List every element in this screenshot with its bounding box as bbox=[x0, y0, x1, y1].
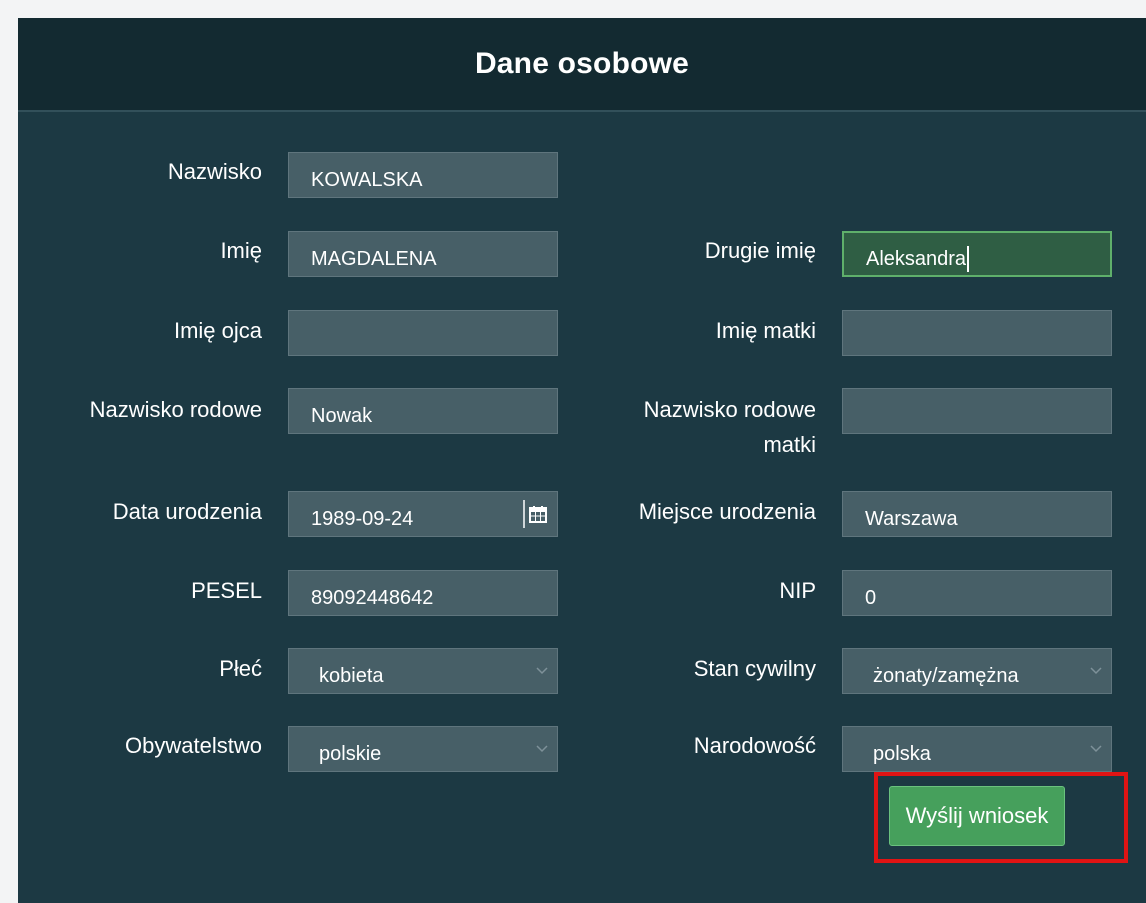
panel-header: Dane osobowe bbox=[18, 18, 1146, 112]
pesel-value: 89092448642 bbox=[311, 586, 434, 609]
narodowosc-select[interactable]: polska bbox=[842, 726, 1112, 772]
imie-input[interactable]: MAGDALENA bbox=[288, 231, 558, 277]
label-nazwisko-rodowe-matki-line2: matki bbox=[763, 432, 816, 457]
chevron-down-icon bbox=[1090, 667, 1102, 675]
plec-select[interactable]: kobieta bbox=[288, 648, 558, 694]
stan-cywilny-value: żonaty/zamężna bbox=[873, 664, 1019, 687]
drugie-imie-input[interactable]: Aleksandra bbox=[842, 231, 1112, 277]
stan-cywilny-select[interactable]: żonaty/zamężna bbox=[842, 648, 1112, 694]
chevron-down-icon bbox=[536, 667, 548, 675]
imie-ojca-input[interactable] bbox=[288, 310, 558, 356]
data-urodzenia-input[interactable]: 1989-09-24 bbox=[288, 491, 558, 537]
label-drugie-imie: Drugie imię bbox=[704, 238, 816, 263]
nazwisko-value: KOWALSKA bbox=[311, 168, 423, 191]
label-nazwisko-rodowe: Nazwisko rodowe bbox=[89, 397, 262, 422]
obywatelstwo-value: polskie bbox=[319, 742, 382, 765]
chevron-down-icon bbox=[536, 745, 548, 753]
label-plec: Płeć bbox=[219, 656, 262, 681]
miejsce-urodzenia-value: Warszawa bbox=[865, 507, 958, 530]
page-title: Dane osobowe bbox=[474, 47, 690, 80]
nip-value: 0 bbox=[865, 586, 877, 609]
nazwisko-input[interactable]: KOWALSKA bbox=[288, 152, 558, 198]
plec-value: kobieta bbox=[319, 664, 384, 687]
label-nazwisko-rodowe-matki-line1: Nazwisko rodowe bbox=[643, 397, 816, 422]
pesel-input[interactable]: 89092448642 bbox=[288, 570, 558, 616]
label-miejsce-urodzenia: Miejsce urodzenia bbox=[638, 499, 816, 524]
submit-button[interactable]: Wyślij wniosek bbox=[889, 786, 1065, 846]
imie-value: MAGDALENA bbox=[311, 247, 437, 270]
label-pesel: PESEL bbox=[191, 578, 262, 603]
label-nip: NIP bbox=[779, 578, 816, 603]
label-imie: Imię bbox=[220, 238, 262, 263]
label-stan-cywilny: Stan cywilny bbox=[693, 656, 816, 681]
chevron-down-icon bbox=[1090, 745, 1102, 753]
nazwisko-rodowe-input[interactable]: Nowak bbox=[288, 388, 558, 434]
label-nazwisko: Nazwisko bbox=[167, 159, 262, 184]
label-narodowosc: Narodowość bbox=[693, 733, 816, 758]
drugie-imie-value: Aleksandra bbox=[866, 247, 967, 270]
nazwisko-rodowe-value: Nowak bbox=[311, 404, 373, 427]
calendar-icon[interactable] bbox=[523, 500, 551, 528]
label-obywatelstwo: Obywatelstwo bbox=[125, 733, 262, 758]
data-urodzenia-value: 1989-09-24 bbox=[311, 507, 414, 530]
text-caret bbox=[967, 246, 970, 272]
nazwisko-rodowe-matki-input[interactable] bbox=[842, 388, 1112, 434]
narodowosc-value: polska bbox=[873, 742, 931, 765]
obywatelstwo-select[interactable]: polskie bbox=[288, 726, 558, 772]
imie-matki-input[interactable] bbox=[842, 310, 1112, 356]
label-imie-matki: Imię matki bbox=[715, 318, 816, 343]
label-data-urodzenia: Data urodzenia bbox=[112, 499, 262, 524]
miejsce-urodzenia-input[interactable]: Warszawa bbox=[842, 491, 1112, 537]
nip-input[interactable]: 0 bbox=[842, 570, 1112, 616]
label-imie-ojca: Imię ojca bbox=[173, 318, 262, 343]
